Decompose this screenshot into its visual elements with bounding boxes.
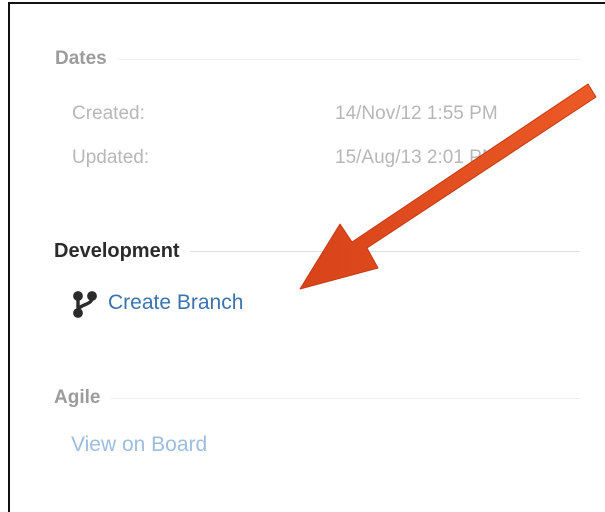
create-branch-link[interactable]: Create Branch xyxy=(108,291,243,315)
agile-section-header: Agile xyxy=(54,387,580,409)
agile-divider xyxy=(110,397,580,399)
branch-icon[interactable] xyxy=(72,290,98,323)
created-value: 14/Nov/12 1:55 PM xyxy=(335,103,498,124)
dates-divider xyxy=(116,58,580,60)
created-label: Created: xyxy=(72,103,145,124)
development-divider xyxy=(189,251,580,252)
development-section-header: Development xyxy=(54,240,580,263)
updated-label: Updated: xyxy=(72,147,150,168)
development-heading: Development xyxy=(54,240,180,262)
updated-value: 15/Aug/13 2:01 PM xyxy=(335,147,498,168)
dates-section-header: Dates xyxy=(55,48,580,70)
view-on-board-link[interactable]: View on Board xyxy=(71,433,207,457)
dates-heading: Dates xyxy=(55,48,107,69)
agile-heading: Agile xyxy=(54,387,101,408)
